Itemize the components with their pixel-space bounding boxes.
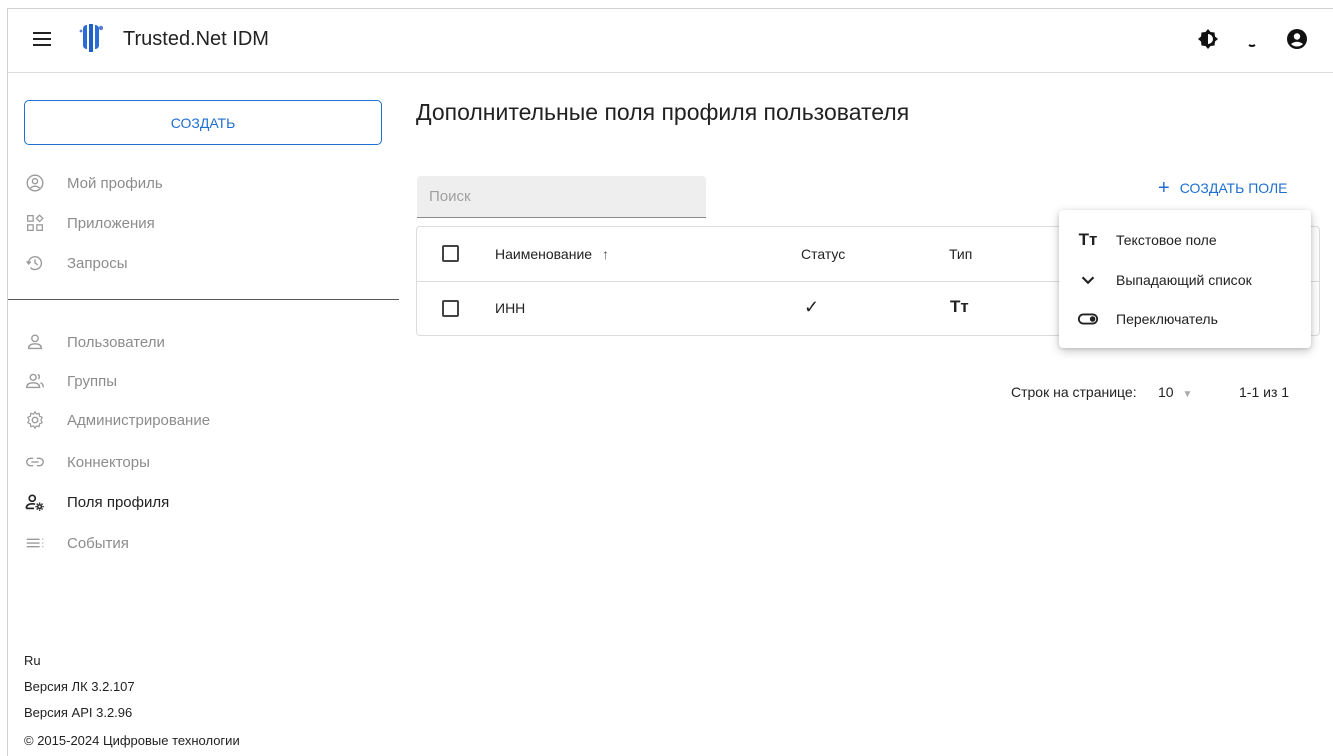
sidebar-divider [8, 299, 399, 300]
apps-icon [27, 214, 44, 231]
history-icon [26, 256, 43, 271]
sidebar-item-label: Группы [67, 372, 117, 390]
sidebar-item-label: Пользователи [67, 333, 165, 351]
sort-arrow-icon: ↑ [601, 246, 609, 262]
version-api: Версия API 3.2.96 [24, 705, 133, 720]
sidebar-item-connectors[interactable]: Коннекторы [24, 448, 150, 476]
language-switch[interactable]: Ru [24, 653, 41, 668]
sidebar-item-label: Администрирование [67, 411, 211, 429]
sidebar-item-profile-fields[interactable]: Поля профиля [24, 488, 169, 516]
sidebar-item-events[interactable]: События [24, 529, 129, 557]
text-fields-icon: Тт [950, 297, 969, 316]
sidebar-item-my-profile[interactable]: Мой профиль [24, 169, 163, 197]
menu-item-label: Текстовое поле [1116, 232, 1217, 248]
sidebar-item-label: Приложения [67, 214, 155, 232]
sidebar-item-apps[interactable]: Приложения [24, 209, 155, 237]
search-input[interactable] [417, 176, 706, 217]
hamburger-menu-icon[interactable] [33, 32, 51, 46]
group-icon [26, 373, 44, 389]
page-range: 1-1 из 1 [1239, 384, 1290, 400]
top-app-bar: Trusted.Net IDM [8, 9, 1333, 73]
column-header-name[interactable]: Наименование ↑ [495, 246, 609, 262]
account-circle-icon [26, 174, 44, 192]
create-field-menu: Тт Текстовое поле Выпадающий список Пере… [1059, 210, 1311, 348]
menu-item-text-field[interactable]: Тт Текстовое поле [1059, 222, 1311, 258]
create-field-button[interactable]: + СОЗДАТЬ ПОЛЕ [1158, 178, 1288, 198]
column-header-type[interactable]: Тип [949, 246, 972, 262]
list-icon [26, 538, 44, 548]
menu-item-toggle[interactable]: Переключатель [1059, 301, 1311, 337]
menu-item-dropdown[interactable]: Выпадающий список [1059, 262, 1311, 298]
sidebar-item-label: Коннекторы [67, 453, 150, 471]
row-name: ИНН [495, 300, 526, 316]
account-icon[interactable] [1285, 27, 1309, 51]
copyright: © 2015-2024 Цифровые технологии [24, 733, 240, 748]
check-icon: ✓ [804, 297, 820, 317]
search-field[interactable] [417, 176, 706, 218]
gear-icon [27, 410, 43, 430]
sidebar-item-label: Поля профиля [67, 493, 170, 511]
sidebar-item-label: События [67, 534, 129, 552]
logo-icon [79, 24, 103, 52]
create-button[interactable]: СОЗДАТЬ [24, 100, 382, 145]
text-fields-icon: Тт [1078, 230, 1098, 249]
toggle-icon [1077, 313, 1099, 325]
app-title: Trusted.Net IDM [123, 28, 269, 50]
sidebar-item-administration[interactable]: Администрирование [24, 406, 210, 434]
sidebar-item-label: Запросы [67, 254, 128, 272]
plus-icon: + [1158, 177, 1170, 199]
version-lk: Версия ЛК 3.2.107 [24, 679, 135, 694]
row-checkbox[interactable] [442, 300, 459, 317]
create-field-label: СОЗДАТЬ ПОЛЕ [1179, 180, 1288, 196]
rows-per-page-value: 10 [1158, 384, 1174, 400]
select-all-checkbox[interactable] [442, 245, 459, 262]
link-icon [26, 457, 44, 467]
sidebar-item-users[interactable]: Пользователи [24, 328, 165, 356]
rows-per-page-label: Строк на странице: [1011, 384, 1137, 400]
chevron-down-icon [1081, 276, 1095, 285]
column-header-status[interactable]: Статус [801, 246, 845, 262]
person-icon [27, 334, 43, 350]
rows-per-page-select[interactable]: 10 ▼ [1158, 384, 1192, 400]
page-title: Дополнительные поля профиля пользователя [416, 99, 910, 125]
dropdown-arrow-icon: ▼ [1182, 389, 1193, 400]
person-settings-icon [25, 494, 44, 511]
sidebar-item-requests[interactable]: Запросы [24, 249, 128, 277]
menu-item-label: Переключатель [1116, 311, 1218, 327]
column-header-name-label: Наименование [495, 246, 593, 262]
sidebar-item-groups[interactable]: Группы [24, 367, 117, 395]
sidebar-item-label: Мой профиль [67, 174, 163, 192]
chevron-down-icon[interactable] [1240, 27, 1264, 51]
menu-item-label: Выпадающий список [1116, 272, 1252, 288]
brightness-icon[interactable] [1196, 27, 1220, 51]
